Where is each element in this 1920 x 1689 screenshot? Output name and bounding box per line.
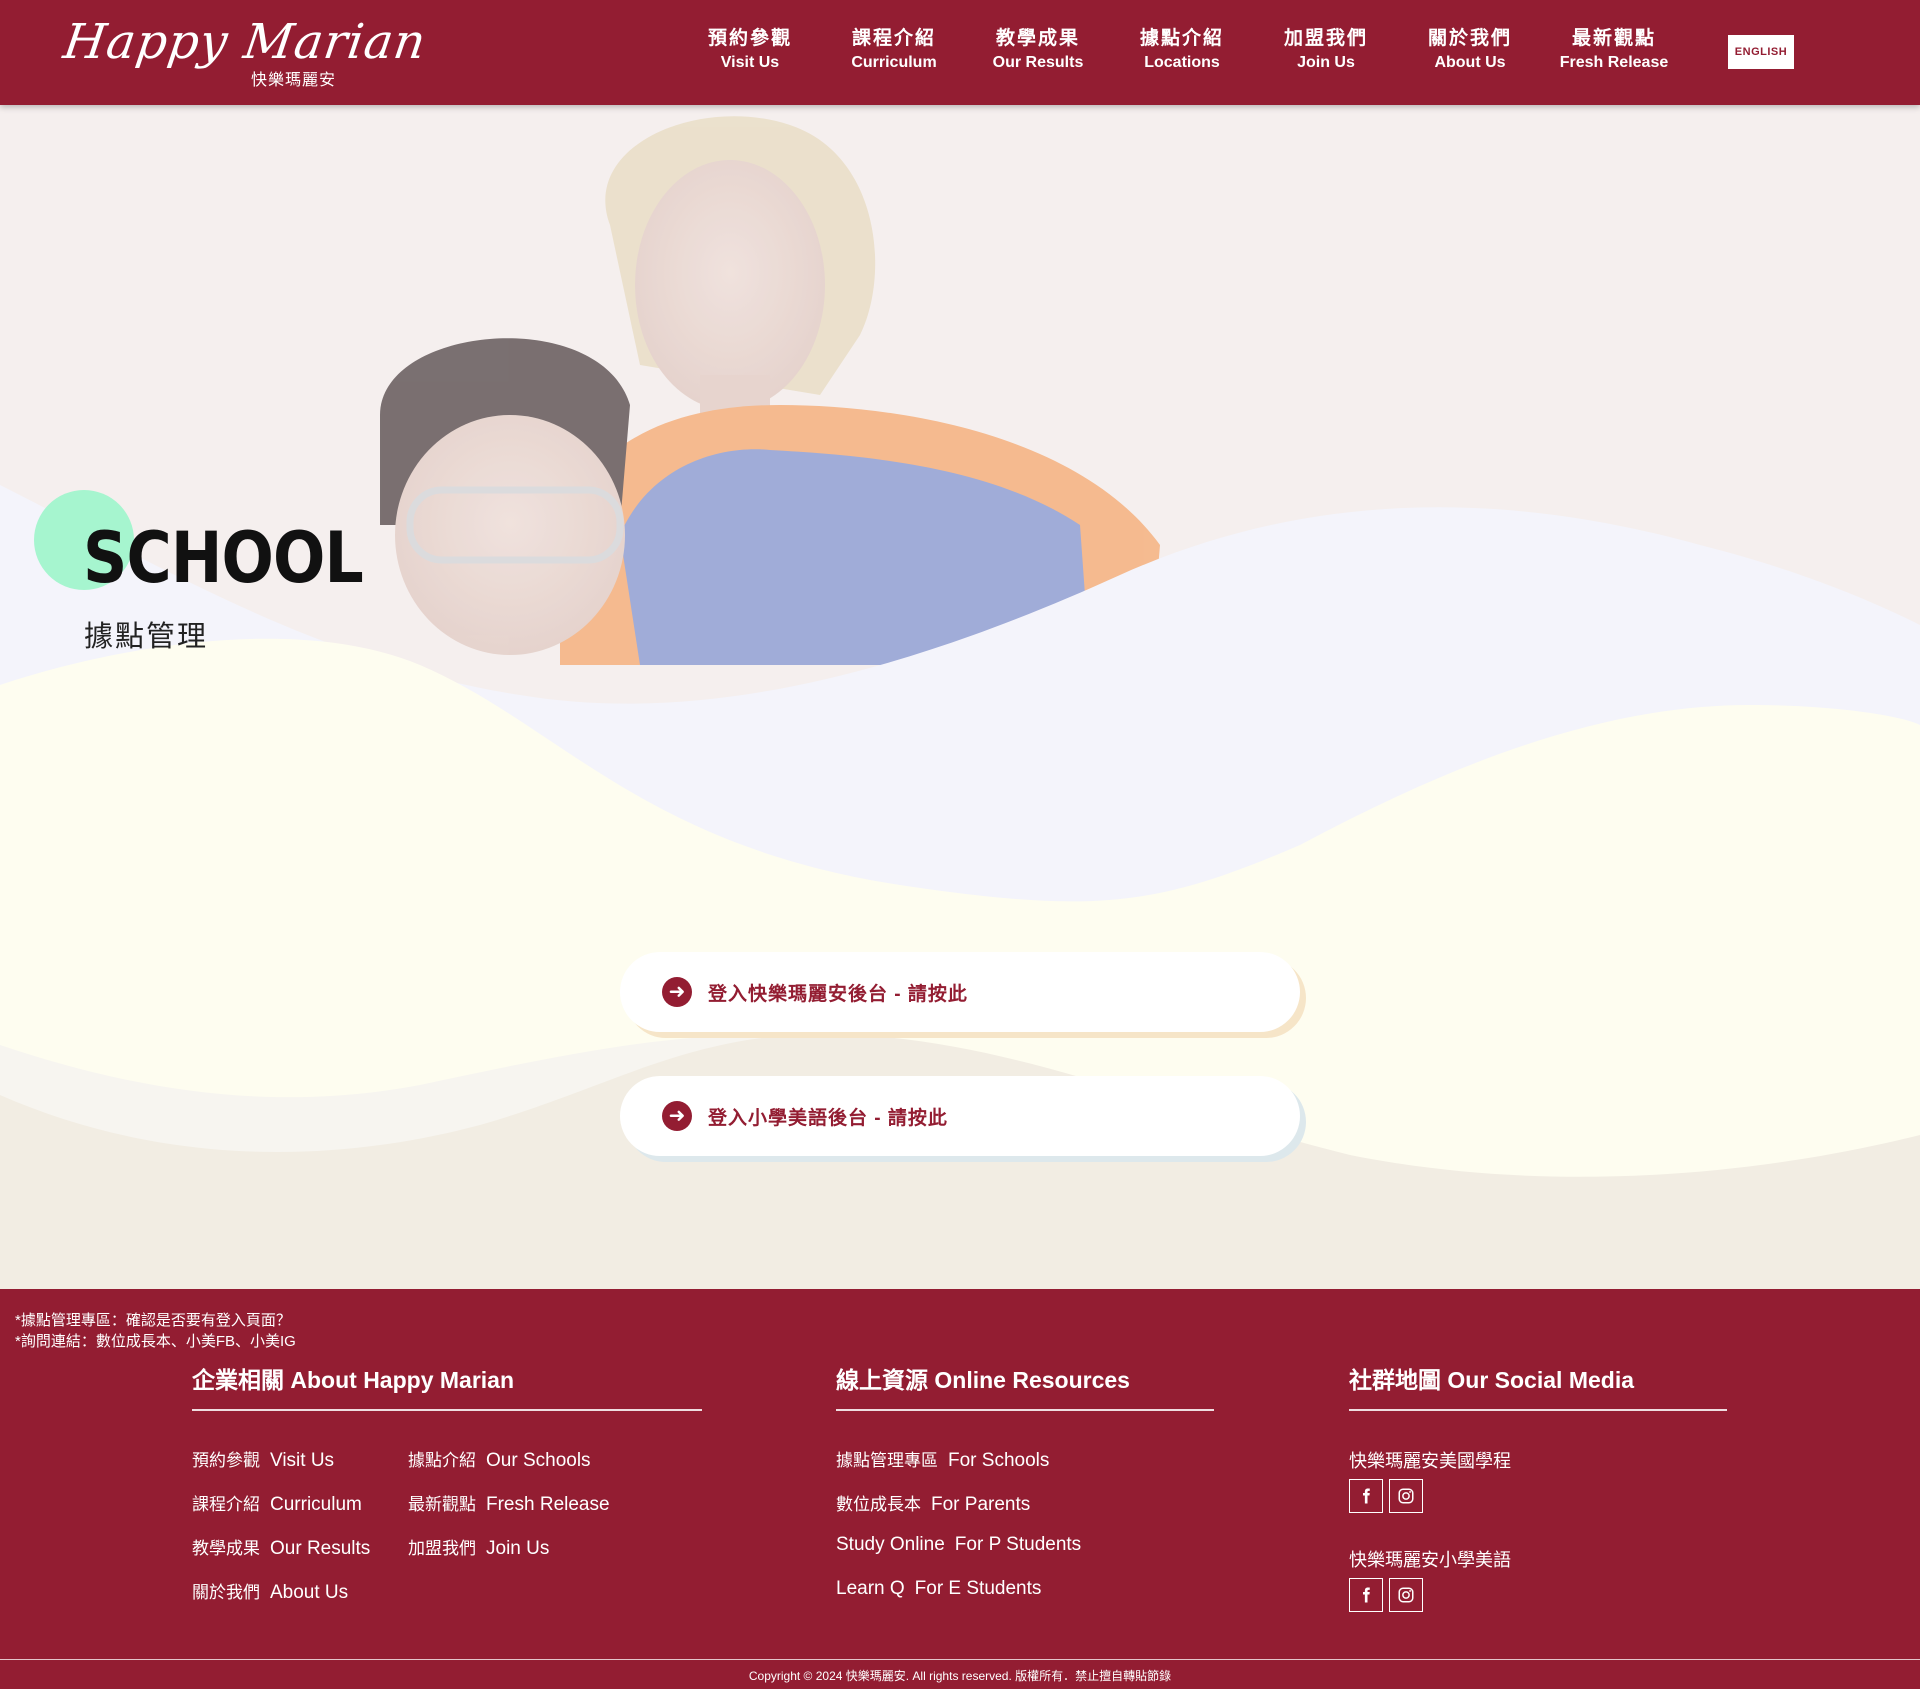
footer-link-zh: 預約參觀	[192, 1451, 260, 1470]
logo-subtitle: 快樂瑪麗安	[250, 72, 336, 89]
footer-link-en: For P Students	[954, 1534, 1082, 1555]
footer-link-our-results[interactable]: 教學成果 Our Results	[192, 1534, 370, 1560]
footer-link-zh: 最新觀點	[408, 1495, 476, 1514]
logo-wordmark: Happy Marian	[60, 14, 430, 70]
social-group-label: 快樂瑪麗安小學美語	[1349, 1550, 1511, 1570]
facebook-glyph	[1363, 1587, 1370, 1603]
main-nav: 預約參觀 Visit Us 課程介紹 Curriculum 教學成果 Our R…	[678, 26, 1686, 74]
cta-label: 登入快樂瑪麗安後台 - 請按此	[708, 983, 968, 1005]
footer-link-en: Our Schools	[486, 1450, 591, 1471]
language-toggle-button[interactable]: ENGLISH	[1728, 35, 1794, 69]
instagram-glyph	[1398, 1488, 1414, 1504]
cta-label: 登入小學美語後台 - 請按此	[708, 1107, 948, 1129]
footer-link-zh: 據點介紹	[408, 1451, 476, 1470]
footer-link-learn-q[interactable]: Learn Q For E Students	[836, 1578, 1041, 1600]
nav-label-zh: 教學成果	[995, 28, 1080, 49]
page-subtitle: 據點管理	[84, 621, 209, 653]
nav-label-zh: 最新觀點	[1571, 28, 1656, 49]
nav-label-en: Our Results	[992, 54, 1084, 71]
instagram-glyph	[1398, 1587, 1414, 1603]
nav-item-locations[interactable]: 據點介紹 Locations	[1110, 26, 1254, 74]
footer-link-zh: Study Online	[836, 1534, 945, 1555]
footer-note: *詢問連結：數位成長本、小美FB、小美IG	[15, 1333, 296, 1350]
nav-label-en: Visit Us	[720, 54, 780, 71]
footer-divider	[0, 1659, 1920, 1660]
footer-link-en: Visit Us	[270, 1450, 335, 1471]
footer-link-en: Join Us	[486, 1538, 550, 1559]
nav-item-curriculum[interactable]: 課程介紹 Curriculum	[822, 26, 966, 74]
nav-label-en: Fresh Release	[1559, 54, 1669, 71]
footer-link-join-us[interactable]: 加盟我們 Join Us	[408, 1534, 549, 1560]
instagram-icon[interactable]	[1389, 1578, 1423, 1612]
site-footer: *據點管理專區：確認是否要有登入頁面？ *詢問連結：數位成長本、小美FB、小美I…	[0, 1289, 1920, 1689]
footer-heading-resources: 線上資源 Online Resources	[836, 1361, 1214, 1411]
footer-link-en: Our Results	[270, 1538, 371, 1559]
footer-link-en: For Parents	[931, 1494, 1031, 1515]
social-group-label: 快樂瑪麗安美國學程	[1349, 1451, 1511, 1471]
facebook-icon[interactable]	[1349, 1479, 1383, 1513]
nav-label-en: Locations	[1144, 54, 1220, 71]
instagram-icon[interactable]	[1389, 1479, 1423, 1513]
footer-link-study-online[interactable]: Study Online For P Students	[836, 1534, 1081, 1556]
nav-label-zh: 課程介紹	[851, 28, 936, 49]
arrow-right-circle-icon: ➜	[662, 977, 692, 1007]
footer-link-zh: 據點管理專區	[836, 1451, 938, 1470]
footer-link-en: For E Students	[914, 1578, 1042, 1599]
footer-link-for-parents[interactable]: 數位成長本 For Parents	[836, 1490, 1030, 1516]
footer-link-zh: 課程介紹	[192, 1495, 260, 1514]
footer-link-en: About Us	[270, 1582, 349, 1603]
nav-item-join-us[interactable]: 加盟我們 Join Us	[1254, 26, 1398, 74]
nav-item-our-results[interactable]: 教學成果 Our Results	[966, 26, 1110, 74]
nav-label-en: Curriculum	[851, 54, 937, 71]
nav-label-zh: 加盟我們	[1283, 28, 1368, 49]
copyright-text: Copyright © 2024 快樂瑪麗安. All rights reser…	[748, 1669, 1172, 1683]
facebook-icon[interactable]	[1349, 1578, 1383, 1612]
footer-heading-about: 企業相關 About Happy Marian	[192, 1361, 702, 1411]
footer-link-en: For Schools	[948, 1450, 1050, 1471]
nav-item-fresh-release[interactable]: 最新觀點 Fresh Release	[1542, 26, 1686, 74]
page-title: SCHOOL	[83, 517, 364, 599]
footer-link-zh: 教學成果	[192, 1539, 260, 1558]
footer-link-zh: 數位成長本	[836, 1495, 921, 1514]
footer-link-curriculum[interactable]: 課程介紹 Curriculum	[192, 1490, 362, 1516]
site-logo[interactable]: Happy Marian 快樂瑪麗安	[60, 14, 430, 90]
footer-link-visit-us[interactable]: 預約參觀 Visit Us	[192, 1446, 334, 1472]
footer-link-zh: 加盟我們	[408, 1539, 476, 1558]
nav-label-zh: 關於我們	[1427, 28, 1512, 49]
footer-link-zh: Learn Q	[836, 1578, 905, 1599]
footer-link-our-schools[interactable]: 據點介紹 Our Schools	[408, 1446, 591, 1472]
footer-heading-social: 社群地圖 Our Social Media	[1349, 1361, 1727, 1411]
nav-label-en: Join Us	[1297, 54, 1355, 71]
footer-note: *據點管理專區：確認是否要有登入頁面？	[15, 1312, 291, 1329]
footer-link-zh: 關於我們	[192, 1583, 260, 1602]
footer-link-fresh-release[interactable]: 最新觀點 Fresh Release	[408, 1490, 610, 1516]
footer-link-en: Fresh Release	[486, 1494, 610, 1515]
nav-item-about-us[interactable]: 關於我們 About Us	[1398, 26, 1542, 74]
nav-label-zh: 據點介紹	[1139, 28, 1224, 49]
facebook-glyph	[1363, 1488, 1370, 1504]
footer-link-en: Curriculum	[270, 1494, 362, 1515]
login-elementary-english-button[interactable]: ➜ 登入小學美語後台 - 請按此	[620, 1076, 1300, 1156]
arrow-right-circle-icon: ➜	[662, 1101, 692, 1131]
hero-section: SCHOOL 據點管理 ➜ 登入快樂瑪麗安後台 - 請按此 ➜ 登入小學美語後台…	[0, 105, 1920, 1289]
site-header: Happy Marian 快樂瑪麗安 預約參觀 Visit Us 課程介紹 Cu…	[0, 0, 1920, 105]
nav-label-en: About Us	[1434, 54, 1506, 71]
footer-link-about-us[interactable]: 關於我們 About Us	[192, 1578, 348, 1604]
footer-link-for-schools[interactable]: 據點管理專區 For Schools	[836, 1446, 1049, 1472]
nav-label-zh: 預約參觀	[707, 28, 792, 49]
nav-item-visit-us[interactable]: 預約參觀 Visit Us	[678, 26, 822, 74]
login-happy-marian-button[interactable]: ➜ 登入快樂瑪麗安後台 - 請按此	[620, 952, 1300, 1032]
